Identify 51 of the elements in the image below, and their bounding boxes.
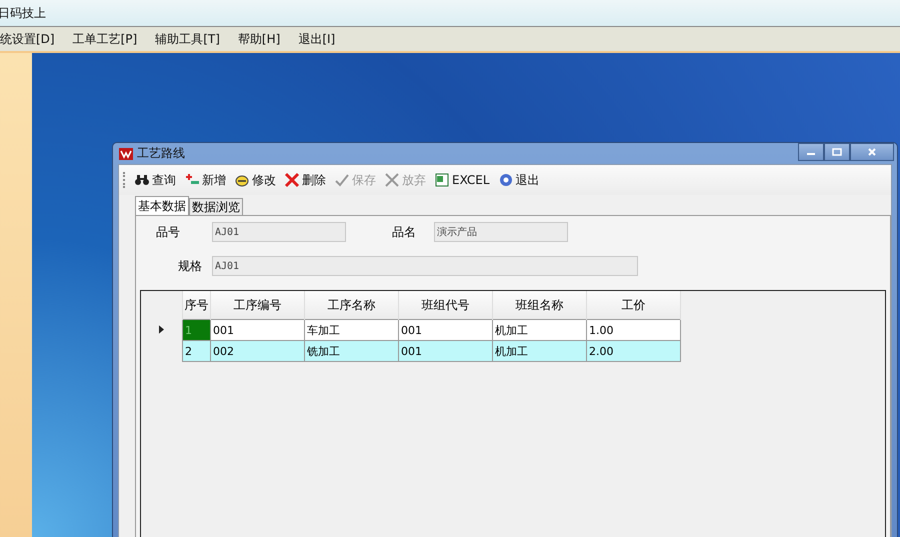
close-icon bbox=[867, 148, 877, 156]
menu-item[interactable]: 退出[I] bbox=[298, 30, 350, 48]
table-cell: 001 bbox=[398, 340, 492, 362]
menu-item[interactable]: 辅助工具[T] bbox=[155, 30, 234, 48]
close-button[interactable] bbox=[850, 143, 894, 161]
toolbar-button[interactable]: 删除 bbox=[281, 170, 329, 190]
field-label: 品名 bbox=[392, 224, 417, 240]
spreadsheet-icon bbox=[434, 172, 450, 188]
tab[interactable]: 基本数据 bbox=[135, 196, 189, 215]
table-cell: 2 bbox=[182, 340, 210, 362]
app-title: 日码技上 bbox=[0, 4, 46, 22]
toolbar-grip bbox=[123, 172, 127, 188]
minimize-button[interactable] bbox=[798, 143, 824, 161]
table-cell: 铣加工 bbox=[304, 340, 398, 362]
field-label: 规格 bbox=[178, 258, 203, 274]
table-cell: 001 bbox=[210, 320, 304, 340]
table-cell: 1 bbox=[182, 320, 210, 340]
toolbar-button[interactable]: EXCEL bbox=[431, 171, 493, 189]
binoculars-icon bbox=[134, 172, 150, 188]
column-header: 序号 bbox=[182, 291, 210, 320]
menu-item[interactable]: 工单工艺[P] bbox=[72, 30, 152, 48]
column-header: 工价 bbox=[586, 291, 680, 320]
field-label: 品号 bbox=[156, 224, 181, 240]
table-cell: 机加工 bbox=[492, 340, 586, 362]
menu-item[interactable]: 帮助[H] bbox=[238, 30, 294, 48]
table-cell: 车加工 bbox=[304, 320, 398, 340]
toolbar-button[interactable]: 退出 bbox=[494, 170, 543, 190]
maximize-icon bbox=[832, 148, 842, 156]
table-cell: 机加工 bbox=[492, 320, 586, 340]
table-cell: 002 bbox=[210, 340, 304, 362]
tab[interactable]: 数据浏览 bbox=[189, 198, 243, 215]
menu-item[interactable]: 统设置[D] bbox=[0, 30, 69, 48]
table-cell: 1.00 bbox=[586, 320, 680, 340]
window-title: 工艺路线 bbox=[137, 145, 186, 162]
column-header: 工序名称 bbox=[304, 291, 398, 320]
input-field[interactable]: AJ01 bbox=[212, 256, 638, 276]
column-header: 工序编号 bbox=[210, 291, 304, 320]
maximize-button[interactable] bbox=[824, 143, 850, 161]
input-field[interactable]: AJ01 bbox=[212, 222, 346, 242]
column-header: 班组名称 bbox=[492, 291, 586, 320]
logo-icon bbox=[119, 148, 133, 160]
check-icon bbox=[334, 172, 350, 188]
toolbar-button[interactable]: 修改 bbox=[231, 170, 279, 190]
table-cell: 001 bbox=[398, 320, 492, 340]
toolbar-button[interactable]: 查询 bbox=[131, 170, 179, 190]
input-field[interactable]: 演示产品 bbox=[434, 222, 568, 242]
cross-icon bbox=[284, 172, 300, 188]
cross-icon bbox=[384, 172, 400, 188]
table-cell: 2.00 bbox=[586, 340, 680, 362]
toolbar-button[interactable]: 新增 bbox=[181, 170, 229, 190]
column-header: 班组代号 bbox=[398, 291, 492, 320]
